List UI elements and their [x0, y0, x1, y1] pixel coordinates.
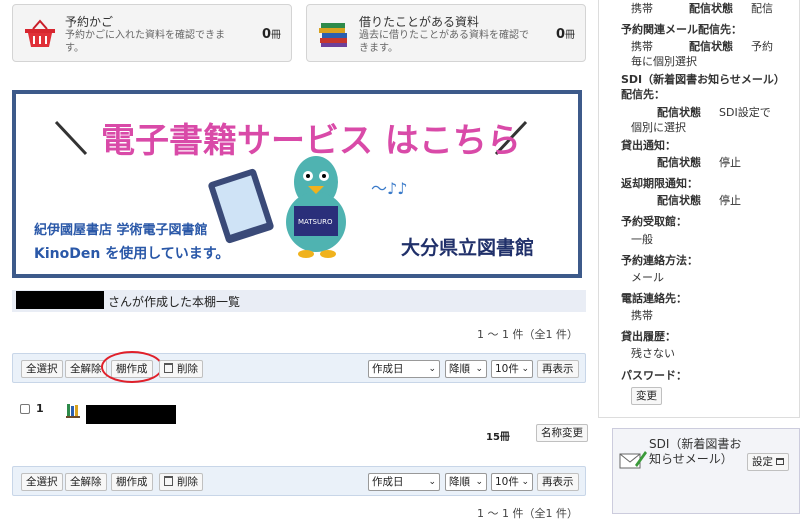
mail-pen-icon — [619, 451, 647, 469]
shelf-owner-header: さんが作成した本棚一覧 — [12, 290, 586, 312]
music-notes-icon: ～♪♪ — [371, 179, 407, 198]
card-count: 0冊 — [261, 27, 281, 42]
sdi-settings-box: SDI（新着図書お知らせメール） 設定 — [612, 428, 800, 514]
select-all-button[interactable]: 全選択 — [21, 360, 63, 378]
chevron-down-icon: ⌄ — [428, 364, 436, 374]
due-notice-label: 配信状態 — [657, 194, 701, 207]
card-description: 過去に借りたことがある資料を確認できます。 — [359, 30, 529, 54]
shelf-checkbox[interactable] — [20, 404, 30, 414]
trash-icon — [164, 363, 173, 373]
top-value: 携帯 — [631, 2, 653, 15]
result-range: 1 ～ 1 件（全1 件） — [477, 328, 578, 341]
shelf-index: 1 — [36, 402, 44, 415]
card-title: 予約かご — [65, 15, 114, 29]
per-page-select[interactable]: 10件 ⌄ — [491, 473, 533, 491]
chevron-down-icon: ⌄ — [475, 364, 483, 374]
history-heading: 貸出履歴： — [621, 330, 676, 343]
banner-title: 電子書籍サービス はこちら — [101, 121, 521, 161]
pickup-value: 一般 — [631, 233, 653, 246]
password-heading: パスワード： — [621, 369, 687, 382]
deselect-all-button[interactable]: 全解除 — [65, 473, 107, 491]
svg-text:MATSURO: MATSURO — [298, 218, 333, 226]
owner-caption: さんが作成した本棚一覧 — [108, 295, 241, 309]
result-range-bottom: 1 ～ 1 件（全1 件） — [477, 507, 578, 520]
create-shelf-button[interactable]: 棚作成 — [111, 473, 153, 491]
penguin-mascot-icon: MATSURO — [286, 156, 346, 258]
chevron-down-icon: ⌄ — [521, 364, 529, 374]
sort-order-select[interactable]: 降順 ⌄ — [445, 473, 487, 491]
contact-method-heading: 予約連絡方法： — [621, 254, 698, 267]
window-icon — [776, 458, 785, 465]
history-value: 残さない — [631, 347, 675, 360]
banner-left-line2: KinoDen を使用しています。 — [34, 245, 229, 262]
delete-button[interactable]: 削除 — [159, 473, 203, 491]
redacted-shelf-name[interactable] — [86, 405, 176, 424]
change-password-button[interactable]: 変更 — [631, 387, 662, 405]
sdi-settings-button[interactable]: 設定 — [747, 453, 790, 471]
chevron-down-icon: ⌄ — [521, 477, 529, 487]
select-all-button[interactable]: 全選択 — [21, 473, 63, 491]
chevron-down-icon: ⌄ — [475, 477, 483, 487]
sdi-title: SDI（新着図書お知らせメール） — [649, 437, 742, 466]
card-description: 予約かごに入れた資料を確認できます。 — [65, 30, 225, 54]
redisplay-button[interactable]: 再表示 — [537, 473, 579, 491]
reserve-mail-heading: 予約関連メール配信先： — [621, 23, 742, 36]
loan-notice-state: 停止 — [719, 156, 741, 169]
sort-field-select[interactable]: 作成日 ⌄ — [368, 473, 440, 491]
banner-left-line1: 紀伊國屋書店 学術電子図書館 — [34, 222, 208, 238]
loan-notice-label: 配信状態 — [657, 156, 701, 169]
redacted-username — [16, 291, 104, 309]
phone-heading: 電話連絡先： — [621, 292, 687, 305]
due-notice-state: 停止 — [719, 194, 741, 207]
pickup-heading: 予約受取館： — [621, 215, 687, 228]
chevron-down-icon: ⌄ — [428, 477, 436, 487]
banner-library-name: 大分県立図書館 — [401, 236, 534, 259]
shelf-toolbar-top: 全選択 全解除 棚作成 削除 作成日 ⌄ 降順 ⌄ 10件 ⌄ 再表示 — [12, 351, 586, 383]
top-state: 配信 — [751, 2, 773, 15]
sort-order-select[interactable]: 降順 ⌄ — [445, 360, 487, 378]
highlight-circle — [101, 351, 163, 383]
bookshelf-icon — [66, 404, 80, 418]
tablet-icon — [208, 168, 274, 244]
ebook-service-banner[interactable]: 電子書籍サービス はこちら MATSURO ～♪♪ 紀伊國屋書店 学術電子図書館… — [12, 90, 582, 278]
user-settings-panel: 携帯 配信状態 配信 予約関連メール配信先： 携帯 配信状態 予約毎に個別選択 … — [598, 0, 800, 418]
top-label: 配信状態 — [689, 2, 733, 15]
contact-method-value: メール — [631, 271, 664, 284]
due-notice-heading: 返却期限通知： — [621, 177, 698, 190]
shelf-item-count: 15冊 — [486, 432, 510, 443]
banner-artwork: 電子書籍サービス はこちら MATSURO ～♪♪ 紀伊國屋書店 学術電子図書館… — [34, 120, 534, 262]
phone-value: 携帯 — [631, 309, 653, 322]
sdi-dest-heading: SDI（新着図書お知らせメール）配信先： — [621, 73, 785, 101]
books-stack-icon — [319, 23, 347, 47]
rename-button[interactable]: 名称変更 — [536, 424, 588, 442]
borrowed-history-card[interactable]: 借りたことがある資料 過去に借りたことがある資料を確認できます。 0冊 — [306, 4, 586, 62]
shelf-toolbar-bottom: 全選択 全解除 棚作成 削除 作成日 ⌄ 降順 ⌄ 10件 ⌄ 再表示 — [12, 466, 586, 496]
delete-button[interactable]: 削除 — [159, 360, 203, 378]
trash-icon — [164, 476, 173, 486]
reserve-mail-state: 予約毎に個別選択 — [631, 40, 773, 68]
sdi-dest-state: SDI設定で個別に選択 — [631, 106, 771, 134]
reservation-cart-card[interactable]: 予約かご 予約かごに入れた資料を確認できます。 0冊 — [12, 4, 292, 62]
redisplay-button[interactable]: 再表示 — [537, 360, 579, 378]
per-page-select[interactable]: 10件 ⌄ — [491, 360, 533, 378]
loan-notice-heading: 貸出通知： — [621, 139, 676, 152]
card-title: 借りたことがある資料 — [359, 15, 480, 29]
sort-field-select[interactable]: 作成日 ⌄ — [368, 360, 440, 378]
basket-icon — [25, 19, 55, 47]
card-count: 0冊 — [555, 27, 575, 42]
